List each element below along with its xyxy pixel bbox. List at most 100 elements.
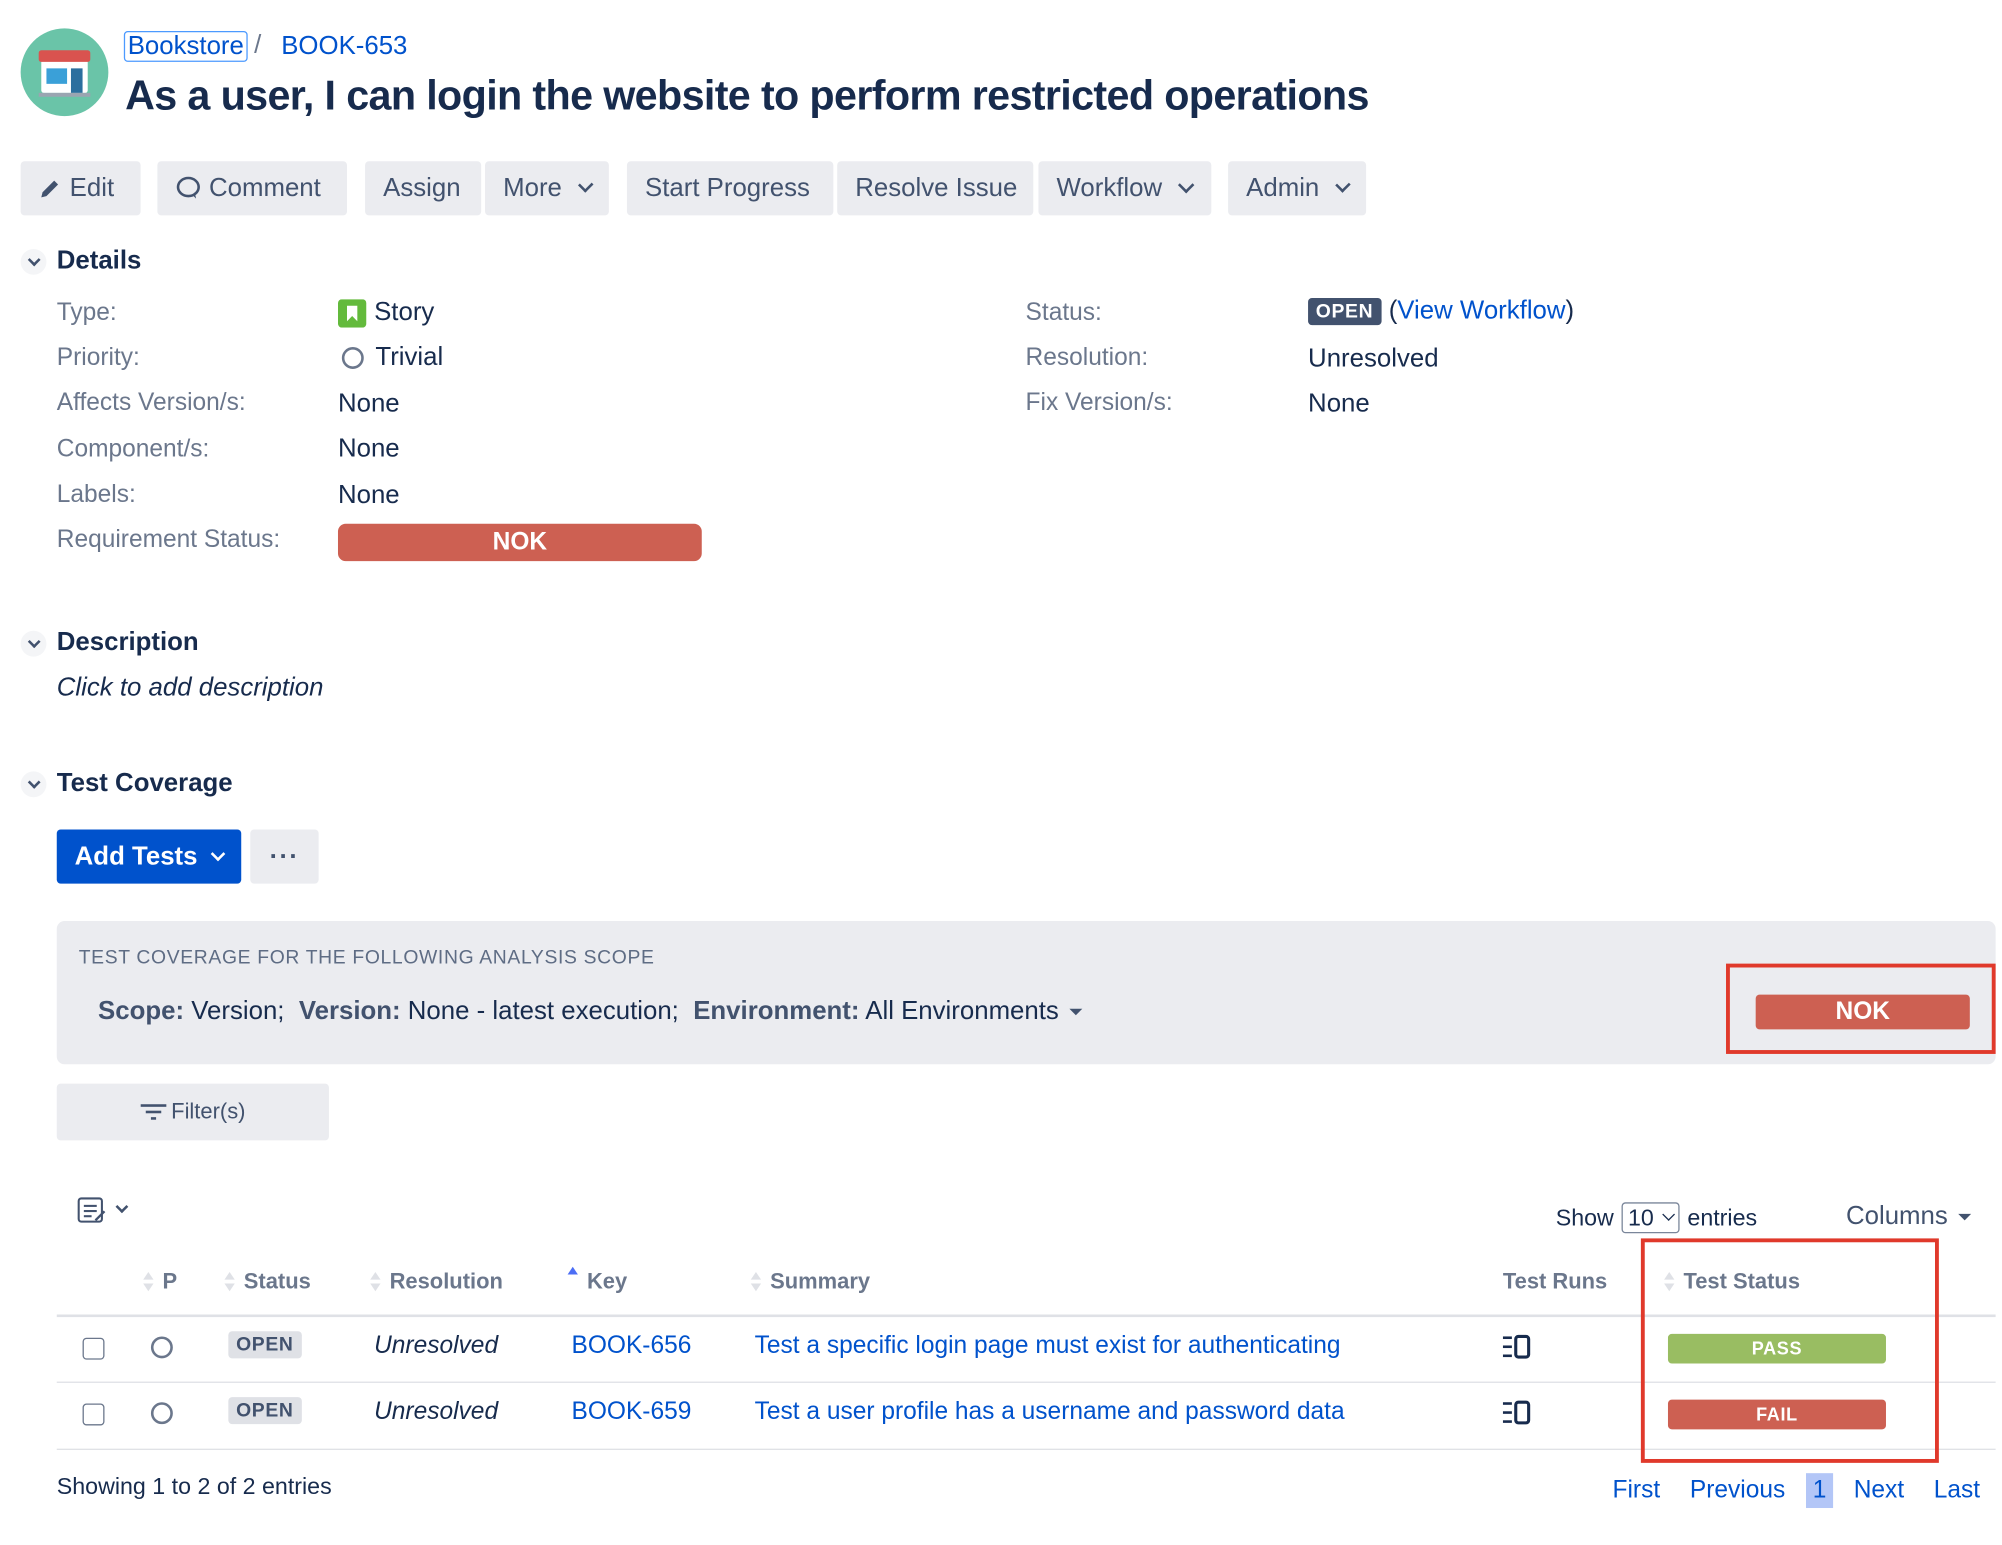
- issue-title[interactable]: As a user, I can login the website to pe…: [125, 72, 1369, 120]
- affects-version-label: Affects Version/s:: [56, 389, 246, 417]
- type-label: Type:: [56, 299, 117, 327]
- page-size-select[interactable]: 10: [1621, 1202, 1680, 1234]
- breadcrumb-project[interactable]: Bookstore: [123, 30, 248, 62]
- chevron-down-icon: [1177, 176, 1195, 194]
- description-placeholder[interactable]: Click to add description: [57, 673, 324, 703]
- status-label: Status:: [1025, 299, 1102, 327]
- view-workflow-link[interactable]: View Workflow: [1397, 297, 1565, 327]
- row-checkbox[interactable]: [82, 1403, 105, 1426]
- export-menu[interactable]: [76, 1195, 129, 1226]
- test-coverage-heading: Test Coverage: [56, 768, 233, 798]
- fix-version-label: Fix Version/s:: [1025, 389, 1173, 417]
- table-row-resolution: Unresolved: [374, 1398, 499, 1426]
- table-row-summary-link[interactable]: Test a user profile has a username and p…: [755, 1398, 1345, 1426]
- labels-value[interactable]: None: [338, 481, 400, 511]
- caret-down-icon: [1069, 1009, 1083, 1016]
- ellipsis-icon: ···: [269, 841, 300, 871]
- table-row-key-link[interactable]: BOOK-656: [571, 1333, 691, 1361]
- resolution-value: Unresolved: [1308, 344, 1439, 373]
- description-toggle[interactable]: [20, 630, 47, 657]
- row-checkbox[interactable]: [82, 1337, 105, 1360]
- trivial-priority-icon: [150, 1336, 173, 1359]
- status-badge: OPEN: [1308, 297, 1381, 326]
- project-avatar[interactable]: [20, 28, 109, 117]
- chevron-down-icon: [1662, 1208, 1676, 1221]
- chevron-down-icon: [27, 252, 40, 266]
- pencil-icon: [41, 180, 59, 198]
- components-value[interactable]: None: [338, 435, 400, 465]
- analysis-scope-summary: Scope: Version; Version: None - latest e…: [98, 997, 1083, 1027]
- test-status-highlight: [1640, 1238, 1939, 1463]
- breadcrumb-issue-key[interactable]: BOOK-653: [281, 31, 407, 62]
- details-toggle[interactable]: [20, 248, 47, 275]
- comment-icon: [176, 176, 200, 199]
- pagination-next[interactable]: Next: [1854, 1477, 1904, 1505]
- requirement-status-badge: NOK: [337, 523, 702, 562]
- column-header-summary[interactable]: Summary: [750, 1269, 870, 1295]
- column-header-key[interactable]: Key: [567, 1266, 627, 1295]
- resolution-label: Resolution:: [1025, 344, 1149, 372]
- column-header-test-runs: Test Runs: [1502, 1269, 1608, 1294]
- column-header-status[interactable]: Status: [224, 1269, 311, 1295]
- caret-down-icon: [1958, 1214, 1972, 1221]
- components-label: Component/s:: [56, 436, 210, 464]
- details-heading: Details: [56, 246, 142, 275]
- chevron-down-icon: [27, 775, 40, 789]
- page-size-control: Show 10 entries: [1556, 1202, 1757, 1234]
- pagination-last[interactable]: Last: [1934, 1477, 1980, 1505]
- story-icon: [337, 298, 367, 328]
- table-row-summary-link[interactable]: Test a specific login page must exist fo…: [755, 1333, 1341, 1361]
- table-row-status: OPEN: [228, 1397, 302, 1425]
- table-row-key-link[interactable]: BOOK-659: [571, 1398, 691, 1426]
- type-value: Story: [337, 298, 434, 328]
- description-heading: Description: [56, 628, 199, 657]
- affects-version-value[interactable]: None: [338, 390, 400, 420]
- analysis-scope-heading: TEST COVERAGE FOR THE FOLLOWING ANALYSIS…: [78, 946, 655, 969]
- pagination-first[interactable]: First: [1613, 1477, 1661, 1505]
- filter-button[interactable]: Filter(s): [56, 1083, 329, 1141]
- columns-dropdown[interactable]: Columns: [1846, 1202, 1972, 1232]
- sort-icon: [143, 1271, 154, 1294]
- priority-value: Trivial: [338, 343, 443, 373]
- chevron-down-icon: [577, 177, 594, 194]
- column-header-resolution[interactable]: Resolution: [370, 1269, 503, 1295]
- test-coverage-toggle[interactable]: [20, 771, 47, 798]
- chevron-down-icon: [210, 846, 226, 861]
- resolve-issue-button[interactable]: Resolve Issue: [837, 161, 1034, 216]
- assign-button[interactable]: Assign: [365, 161, 482, 216]
- sort-ascending-icon: [567, 1266, 578, 1294]
- start-progress-button[interactable]: Start Progress: [626, 161, 834, 216]
- chevron-down-icon: [115, 1200, 129, 1214]
- coverage-status-badge: NOK: [1755, 994, 1970, 1030]
- environment-dropdown[interactable]: All Environments: [865, 997, 1083, 1026]
- table-info: Showing 1 to 2 of 2 entries: [56, 1473, 332, 1499]
- admin-dropdown[interactable]: Admin: [1228, 161, 1367, 216]
- priority-label: Priority:: [56, 344, 140, 372]
- more-options-button[interactable]: ···: [250, 829, 319, 884]
- labels-label: Labels:: [56, 481, 136, 509]
- edit-button[interactable]: Edit: [20, 161, 141, 216]
- test-runs-icon[interactable]: [1502, 1400, 1531, 1432]
- pagination-current-page[interactable]: 1: [1806, 1473, 1834, 1509]
- add-tests-button[interactable]: Add Tests: [56, 829, 242, 884]
- sort-icon: [224, 1271, 235, 1294]
- table-row-status: OPEN: [228, 1331, 302, 1359]
- status-value: OPEN ( View Workflow ): [1308, 297, 1574, 327]
- chevron-down-icon: [27, 634, 40, 648]
- analysis-scope-panel: [56, 921, 1996, 1065]
- column-header-priority[interactable]: P: [143, 1269, 177, 1295]
- pagination-previous[interactable]: Previous: [1690, 1477, 1785, 1505]
- more-dropdown[interactable]: More: [485, 161, 609, 216]
- fix-version-value[interactable]: None: [1308, 390, 1370, 420]
- store-icon: [38, 50, 91, 97]
- sort-icon: [370, 1271, 381, 1294]
- filter-icon: [140, 1104, 167, 1120]
- table-row-resolution: Unresolved: [374, 1332, 499, 1360]
- requirement-status-label: Requirement Status:: [56, 526, 281, 554]
- comment-button[interactable]: Comment: [157, 161, 348, 216]
- trivial-priority-icon: [150, 1402, 173, 1425]
- trivial-priority-icon: [341, 347, 364, 369]
- chevron-down-icon: [1334, 177, 1351, 194]
- test-runs-icon[interactable]: [1502, 1334, 1531, 1366]
- workflow-dropdown[interactable]: Workflow: [1038, 161, 1212, 216]
